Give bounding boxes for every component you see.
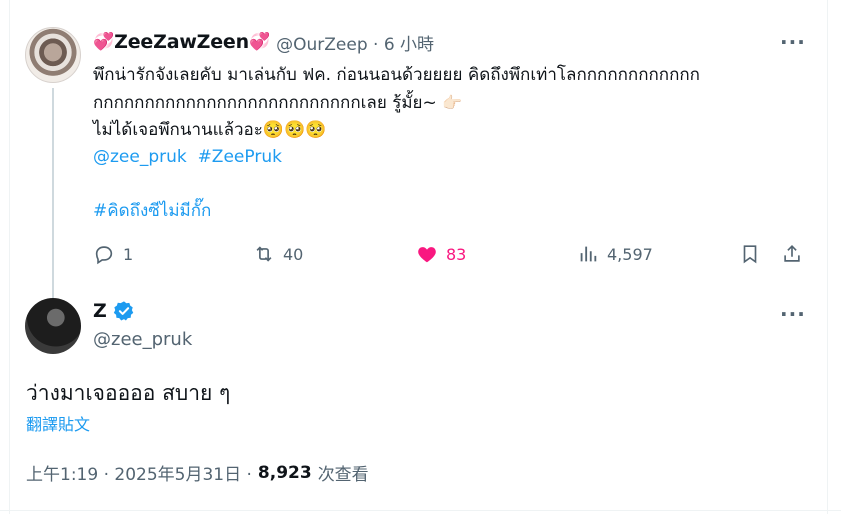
translate-post-link[interactable]: 翻譯貼文 — [26, 411, 90, 435]
views-count: 4,597 — [607, 244, 653, 264]
pointing-emoji: 👉🏻 — [442, 93, 463, 112]
reply-tweet-text: ว่างมาเจออออ สบาย ๆ — [26, 381, 231, 405]
avatar-zee-pruk[interactable] — [25, 298, 81, 354]
parent-tweet-header: 💞 ZeeZawZeen 💞 @OurZeep · 6 小時 — [93, 29, 434, 55]
parent-tweet-text: พึกน่ารักจังเลยคับ มาเล่นกับ ฟค. ก่อนนอน… — [93, 62, 803, 225]
reply-author-name-row: Z — [93, 300, 135, 322]
reply-views-label: 次查看 — [317, 465, 369, 485]
reply-meta: 上午1:19 · 2025年5月31日 · 8,923 次查看 — [26, 460, 369, 486]
more-icon[interactable]: ··· — [780, 30, 806, 54]
hashtag-link[interactable]: #ZeePruk — [198, 147, 282, 167]
parent-handle-time[interactable]: @OurZeep · 6 小時 — [276, 30, 434, 55]
repost-count: 40 — [283, 244, 304, 264]
tweet-line-3: ไม่ได้เจอพึกนานแล้วอะ🥺🥺🥺 — [93, 120, 327, 140]
parent-action-bar: 1 40 83 4,597 — [93, 241, 813, 267]
bookmark-button[interactable] — [739, 241, 761, 267]
verified-icon — [113, 301, 134, 321]
reply-timestamp[interactable]: 上午1:19 · 2025年5月31日 · — [26, 460, 252, 485]
like-count: 83 — [446, 244, 467, 264]
reply-count: 1 — [123, 244, 134, 264]
views-button[interactable]: 4,597 — [577, 241, 653, 267]
name-emoji-right: 💞 — [248, 32, 271, 52]
like-icon — [418, 247, 436, 263]
tweet-line-2-text: กกกกกกกกกกกกกกกกกกกกกกกกกกเลย รู้มั้ย~ — [93, 93, 437, 113]
name-emoji-left: 💞 — [93, 32, 115, 52]
tweet-line-1: พึกน่ารักจังเลยคับ มาเล่นกับ ฟค. ก่อนนอน… — [93, 65, 700, 85]
tweet-hashtag-line: #คิดถึงซีไม่มีกั๊ก — [93, 198, 803, 225]
hashtag-link-2[interactable]: #คิดถึงซีไม่มีกั๊ก — [93, 201, 211, 221]
reply-display-name[interactable]: Z — [93, 300, 107, 322]
mention-link[interactable]: @zee_pruk — [93, 147, 187, 167]
share-button[interactable] — [781, 241, 803, 267]
share-icon — [784, 245, 800, 262]
parent-display-name[interactable]: ZeeZawZeen — [114, 31, 249, 53]
reply-views-count: 8,923 — [257, 462, 312, 483]
views-icon — [580, 246, 597, 262]
like-button[interactable]: 83 — [416, 241, 466, 267]
thread-connector-line — [52, 88, 54, 298]
tweet-tags-line: @zee_pruk #ZeePruk — [93, 144, 803, 171]
avatar-ourzeep[interactable] — [25, 27, 81, 83]
reply-icon — [95, 246, 113, 265]
repost-button[interactable]: 40 — [253, 241, 303, 267]
bookmark-icon — [743, 245, 757, 264]
repost-icon — [256, 246, 272, 262]
more-icon[interactable]: ··· — [780, 302, 806, 326]
reply-button[interactable]: 1 — [93, 241, 133, 267]
reply-handle[interactable]: @zee_pruk — [93, 329, 192, 350]
divider — [0, 510, 841, 511]
tweet-line-2: กกกกกกกกกกกกกกกกกกกกกกกกกกเลย รู้มั้ย~ 👉… — [93, 89, 803, 117]
